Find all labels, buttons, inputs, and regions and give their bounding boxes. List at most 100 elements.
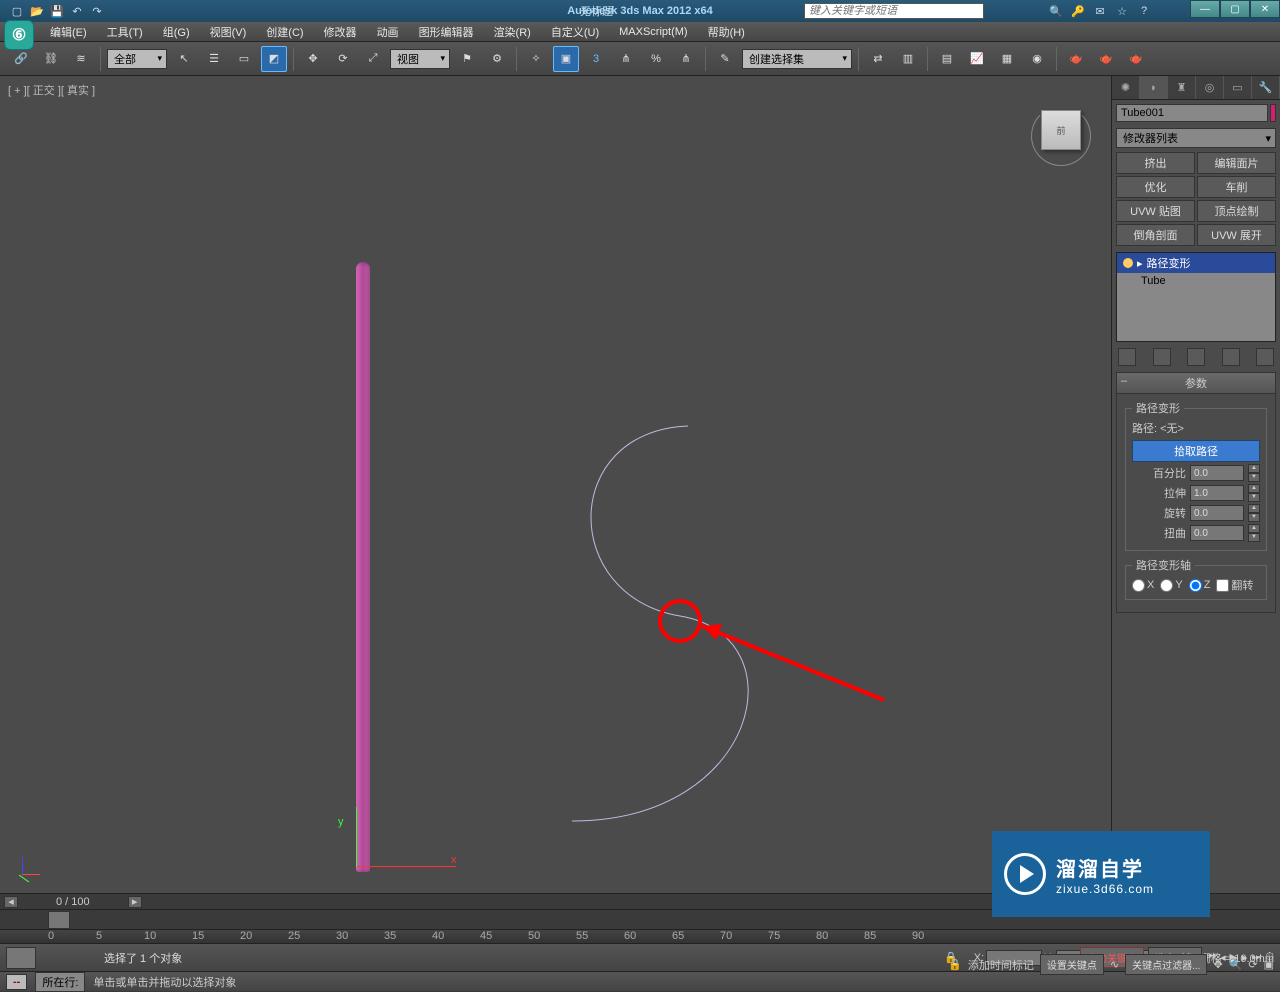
percent-spinner[interactable]: 0.0	[1190, 465, 1244, 481]
stack-item-tube[interactable]: Tube	[1117, 273, 1275, 289]
object-name-input[interactable]	[1116, 104, 1268, 122]
add-time-tag[interactable]: 添加时间标记	[968, 957, 1034, 973]
render-icon[interactable]: 🫖	[1123, 46, 1149, 72]
mod-btn-optimize[interactable]: 优化	[1116, 176, 1195, 198]
unique-icon[interactable]	[1187, 348, 1205, 366]
selection-filter-combo[interactable]: 全部	[107, 49, 167, 69]
spinner-snap-icon[interactable]: ⋔	[673, 46, 699, 72]
manip-icon[interactable]: ⚙	[484, 46, 510, 72]
select-window-icon[interactable]: ◩	[261, 46, 287, 72]
mod-btn-bevelprofile[interactable]: 倒角剖面	[1116, 224, 1195, 246]
stack-item-pathdeform[interactable]: ▸路径变形	[1117, 253, 1275, 273]
scene-spline-path[interactable]	[0, 76, 1070, 896]
tab-display-icon[interactable]: ▭	[1224, 76, 1252, 99]
close-button[interactable]: ✕	[1250, 0, 1280, 18]
maxscript-listener-icon[interactable]	[6, 947, 36, 969]
viewcube-face[interactable]: 前	[1041, 110, 1081, 150]
mirror-icon[interactable]: ⇄	[865, 46, 891, 72]
undo-icon[interactable]: ↶	[70, 4, 84, 18]
remove-mod-icon[interactable]	[1222, 348, 1240, 366]
mod-btn-vertexpaint[interactable]: 顶点绘制	[1197, 200, 1276, 222]
menu-customize[interactable]: 自定义(U)	[541, 22, 609, 42]
pin-stack-icon[interactable]	[1118, 348, 1136, 366]
render-frame-icon[interactable]: 🫖	[1093, 46, 1119, 72]
snap-3-icon[interactable]: 3	[583, 46, 609, 72]
search-go-icon[interactable]: 🔍	[1048, 5, 1064, 18]
radio-y[interactable]: Y	[1160, 579, 1182, 592]
mod-btn-extrude[interactable]: 挤出	[1116, 152, 1195, 174]
help-search-input[interactable]	[804, 3, 984, 19]
edit-named-sel-icon[interactable]: ✎	[712, 46, 738, 72]
tab-create-icon[interactable]: ✺	[1112, 76, 1140, 99]
viewport[interactable]: [ + ][ 正交 ][ 真实 ] 前 x y	[0, 76, 1112, 893]
scroll-right-icon[interactable]: ▸	[128, 896, 142, 908]
menu-group[interactable]: 组(G)	[153, 22, 200, 42]
object-color-swatch[interactable]	[1270, 104, 1276, 122]
app-menu-button[interactable]: ⑥	[4, 20, 34, 50]
scroll-left-icon[interactable]: ◂	[4, 896, 18, 908]
pick-path-button[interactable]: 拾取路径	[1132, 440, 1260, 462]
mod-btn-editpatch[interactable]: 编辑面片	[1197, 152, 1276, 174]
open-icon[interactable]: 📂	[30, 4, 44, 18]
layer-icon[interactable]: ▤	[934, 46, 960, 72]
menu-rendering[interactable]: 渲染(R)	[484, 22, 541, 42]
viewport-label[interactable]: [ + ][ 正交 ][ 真实 ]	[8, 82, 95, 98]
menu-help[interactable]: 帮助(H)	[698, 22, 755, 42]
select-rect-icon[interactable]: ▭	[231, 46, 257, 72]
material-editor-icon[interactable]: ◉	[1024, 46, 1050, 72]
mod-btn-uvwmap[interactable]: UVW 贴图	[1116, 200, 1195, 222]
key-icon[interactable]: 🔑	[1070, 5, 1086, 18]
new-icon[interactable]: ▢	[10, 4, 24, 18]
curve-editor-icon[interactable]: 📈	[964, 46, 990, 72]
menu-edit[interactable]: 编辑(E)	[40, 22, 97, 42]
nav-max-icon[interactable]: ▣	[1264, 958, 1274, 971]
key-mode-icon[interactable]: ∿	[1110, 958, 1119, 971]
modifier-list-combo[interactable]: 修改器列表	[1116, 128, 1276, 148]
percent-snap-icon[interactable]: %	[643, 46, 669, 72]
stretch-spinner[interactable]: 1.0	[1190, 485, 1244, 501]
viewcube[interactable]: 前	[1031, 106, 1091, 166]
menu-maxscript[interactable]: MAXScript(M)	[609, 24, 697, 40]
nav-zoom-icon[interactable]: 🔍	[1229, 958, 1243, 971]
schematic-icon[interactable]: ▦	[994, 46, 1020, 72]
save-icon[interactable]: 💾	[50, 4, 64, 18]
rotate-icon[interactable]: ⟳	[330, 46, 356, 72]
render-setup-icon[interactable]: 🫖	[1063, 46, 1089, 72]
bind-icon[interactable]: ≋	[68, 46, 94, 72]
tab-motion-icon[interactable]: ◎	[1196, 76, 1224, 99]
menu-animation[interactable]: 动画	[367, 22, 409, 42]
scale-icon[interactable]: ⤢	[360, 46, 386, 72]
time-slider-handle[interactable]	[48, 911, 70, 929]
select-icon[interactable]: ↖	[171, 46, 197, 72]
pivot-icon[interactable]: ⚑	[454, 46, 480, 72]
set-key-button[interactable]: 设置关键点	[1040, 954, 1104, 975]
nav-pan-icon[interactable]: ✥	[1213, 958, 1222, 971]
angle-snap-icon[interactable]: ⋔	[613, 46, 639, 72]
modifier-stack[interactable]: ▸路径变形 Tube	[1116, 252, 1276, 342]
isolate-icon[interactable]: 🔒	[948, 958, 962, 971]
configure-icon[interactable]	[1256, 348, 1274, 366]
menu-create[interactable]: 创建(C)	[256, 22, 313, 42]
menu-tools[interactable]: 工具(T)	[97, 22, 153, 42]
rotate-spinner[interactable]: 0.0	[1190, 505, 1244, 521]
key-filters-button[interactable]: 关键点过滤器...	[1125, 954, 1207, 975]
tab-hierarchy-icon[interactable]: ♜	[1168, 76, 1196, 99]
nav-orbit-icon[interactable]: ⟳	[1248, 958, 1257, 971]
named-selection-combo[interactable]: 创建选择集	[742, 49, 852, 69]
redo-icon[interactable]: ↷	[90, 4, 104, 18]
track-bar[interactable]: 0 5 10 15 20 25 30 35 40 45 50 55 60 65 …	[0, 929, 1280, 943]
move-icon[interactable]: ✥	[300, 46, 326, 72]
mod-btn-uvwunwrap[interactable]: UVW 展开	[1197, 224, 1276, 246]
lightbulb-icon[interactable]	[1123, 258, 1133, 268]
unlink-icon[interactable]: ⛓	[38, 46, 64, 72]
rollout-header[interactable]: 参数	[1117, 373, 1275, 394]
script-output-icon[interactable]: --	[6, 974, 27, 990]
help-icon[interactable]: ?	[1136, 5, 1152, 18]
snap-3d-icon[interactable]: ▣	[553, 46, 579, 72]
scene-tube-object[interactable]	[356, 262, 370, 872]
menu-views[interactable]: 视图(V)	[200, 22, 257, 42]
location-field[interactable]: 所在行:	[35, 972, 85, 992]
show-end-icon[interactable]	[1153, 348, 1171, 366]
menu-grapheditors[interactable]: 图形编辑器	[409, 22, 484, 42]
align-icon[interactable]: ▥	[895, 46, 921, 72]
